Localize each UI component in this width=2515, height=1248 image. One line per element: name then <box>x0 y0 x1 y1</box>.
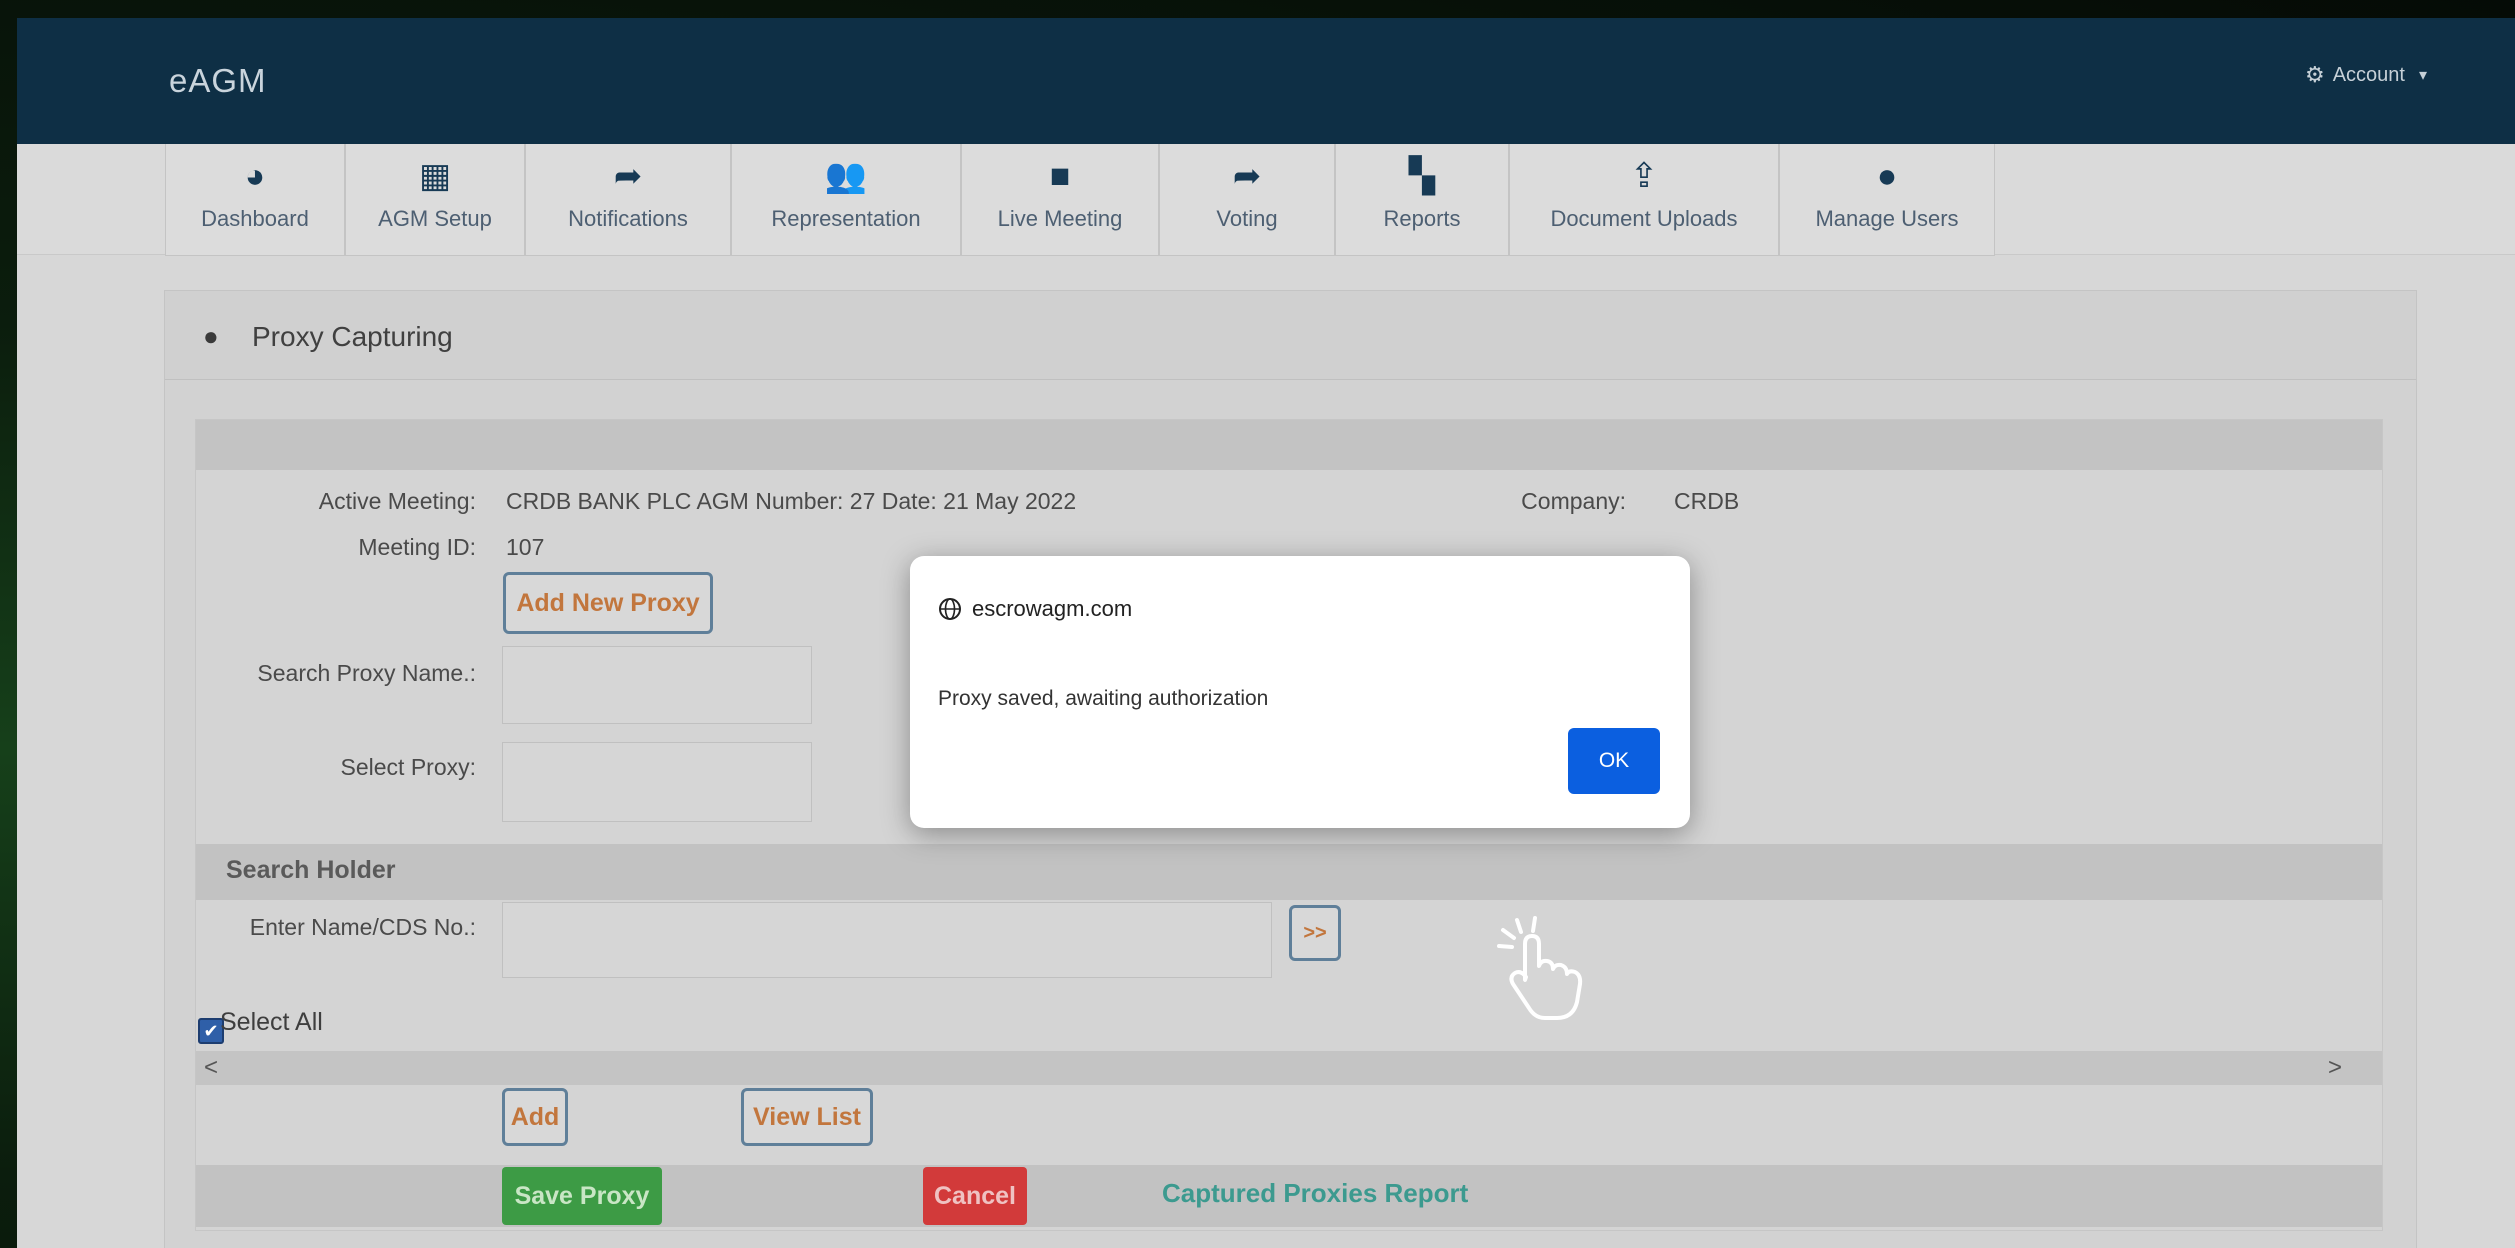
calendar-icon: ▦ <box>418 157 452 195</box>
grid-icon: ▚ <box>1408 157 1436 195</box>
company-label: Company: <box>1521 488 1626 514</box>
add-button[interactable]: Add <box>502 1088 568 1146</box>
search-holder-go-button[interactable]: >> <box>1289 905 1341 961</box>
nav-live-meeting[interactable]: ■ Live Meeting <box>961 144 1159 256</box>
nav-label: Dashboard <box>201 206 309 231</box>
nav-representation[interactable]: 👥 Representation <box>731 144 961 256</box>
user-icon: ● <box>1876 157 1898 195</box>
scroll-right-arrow[interactable]: > <box>2328 1054 2342 1082</box>
nav-label: Live Meeting <box>997 206 1123 231</box>
brand-logo[interactable]: eAGM <box>169 62 267 100</box>
dialog-message: Proxy saved, awaiting authorization <box>938 687 1269 710</box>
active-meeting-label: Active Meeting: <box>318 488 476 514</box>
user-icon: ● <box>203 321 219 351</box>
nav-label: Notifications <box>568 206 688 231</box>
dialog-domain: escrowagm.com <box>972 596 1133 621</box>
nav-notifications[interactable]: ➦ Notifications <box>525 144 731 256</box>
nav-document-uploads[interactable]: ⇪ Document Uploads <box>1509 144 1779 256</box>
select-all-label[interactable]: Select All <box>220 1008 323 1037</box>
select-proxy-dropdown[interactable] <box>502 742 812 822</box>
nav-dashboard[interactable]: ◕ Dashboard <box>165 144 345 256</box>
account-menu[interactable]: ⚙ Account ▾ <box>2305 62 2427 88</box>
nav-label: Reports <box>1383 206 1461 231</box>
panel-title: Proxy Capturing <box>252 321 453 352</box>
video-camera-icon: ■ <box>1049 157 1071 195</box>
holder-search-input[interactable] <box>502 902 1272 978</box>
alert-dialog: escrowagm.com Proxy saved, awaiting auth… <box>910 556 1690 828</box>
nav-label: Representation <box>771 206 921 231</box>
users-group-icon: 👥 <box>824 157 868 195</box>
upload-icon: ⇪ <box>1629 157 1659 195</box>
enter-name-label: Enter Name/CDS No.: <box>249 914 476 940</box>
module-toolbar: ◕ Dashboard ▦ AGM Setup ➦ Notifications … <box>17 144 2515 256</box>
search-proxy-input[interactable] <box>502 646 812 724</box>
horizontal-scrollbar[interactable]: < > <box>196 1051 2382 1085</box>
search-proxy-label: Search Proxy Name.: <box>257 660 476 686</box>
active-meeting-value: CRDB BANK PLC AGM Number: 27 Date: 21 Ma… <box>506 488 1077 514</box>
nav-voting[interactable]: ➦ Voting <box>1159 144 1335 256</box>
share-arrow-icon: ➦ <box>613 157 643 195</box>
nav-manage-users[interactable]: ● Manage Users <box>1779 144 1995 256</box>
dashboard-gauge-icon: ◕ <box>244 157 266 195</box>
nav-label: Document Uploads <box>1550 206 1738 231</box>
save-proxy-button[interactable]: Save Proxy <box>502 1167 662 1225</box>
add-new-proxy-button[interactable]: Add New Proxy <box>503 572 713 634</box>
nav-agm-setup[interactable]: ▦ AGM Setup <box>345 144 525 256</box>
nav-label: Manage Users <box>1815 206 1959 231</box>
globe-icon <box>939 598 961 620</box>
view-list-button[interactable]: View List <box>741 1088 873 1146</box>
company-value: CRDB <box>1674 488 1740 514</box>
search-holder-section: Search Holder <box>196 844 2382 900</box>
ok-button[interactable]: OK <box>1568 728 1660 794</box>
hand-pointer-cursor-icon <box>1497 916 1583 1020</box>
meeting-id-value: 107 <box>506 534 545 560</box>
form-header-strip <box>196 420 2382 470</box>
share-arrow-icon: ➦ <box>1232 157 1262 195</box>
chevron-down-icon: ▾ <box>2418 67 2427 84</box>
gear-icon: ⚙ <box>2304 62 2325 87</box>
captured-proxies-report-link[interactable]: Captured Proxies Report <box>1162 1178 1468 1209</box>
meeting-id-label: Meeting ID: <box>358 534 476 560</box>
dialog-origin: escrowagm.com <box>938 596 1132 622</box>
search-holder-title: Search Holder <box>226 856 396 884</box>
top-navbar: eAGM ⚙ Account ▾ <box>17 18 2515 144</box>
browser-screen: eAGM ⚙ Account ▾ ◕ Dashboard ▦ AGM Setup… <box>17 18 2515 1248</box>
nav-label: Voting <box>1216 206 1278 231</box>
nav-reports[interactable]: ▚ Reports <box>1335 144 1509 256</box>
scroll-left-arrow[interactable]: < <box>204 1054 218 1082</box>
cancel-button[interactable]: Cancel <box>923 1167 1027 1225</box>
nav-label: AGM Setup <box>378 206 492 231</box>
account-label: Account <box>2332 63 2405 86</box>
select-proxy-label: Select Proxy: <box>340 754 477 780</box>
panel-header: ● Proxy Capturing <box>165 291 2416 380</box>
